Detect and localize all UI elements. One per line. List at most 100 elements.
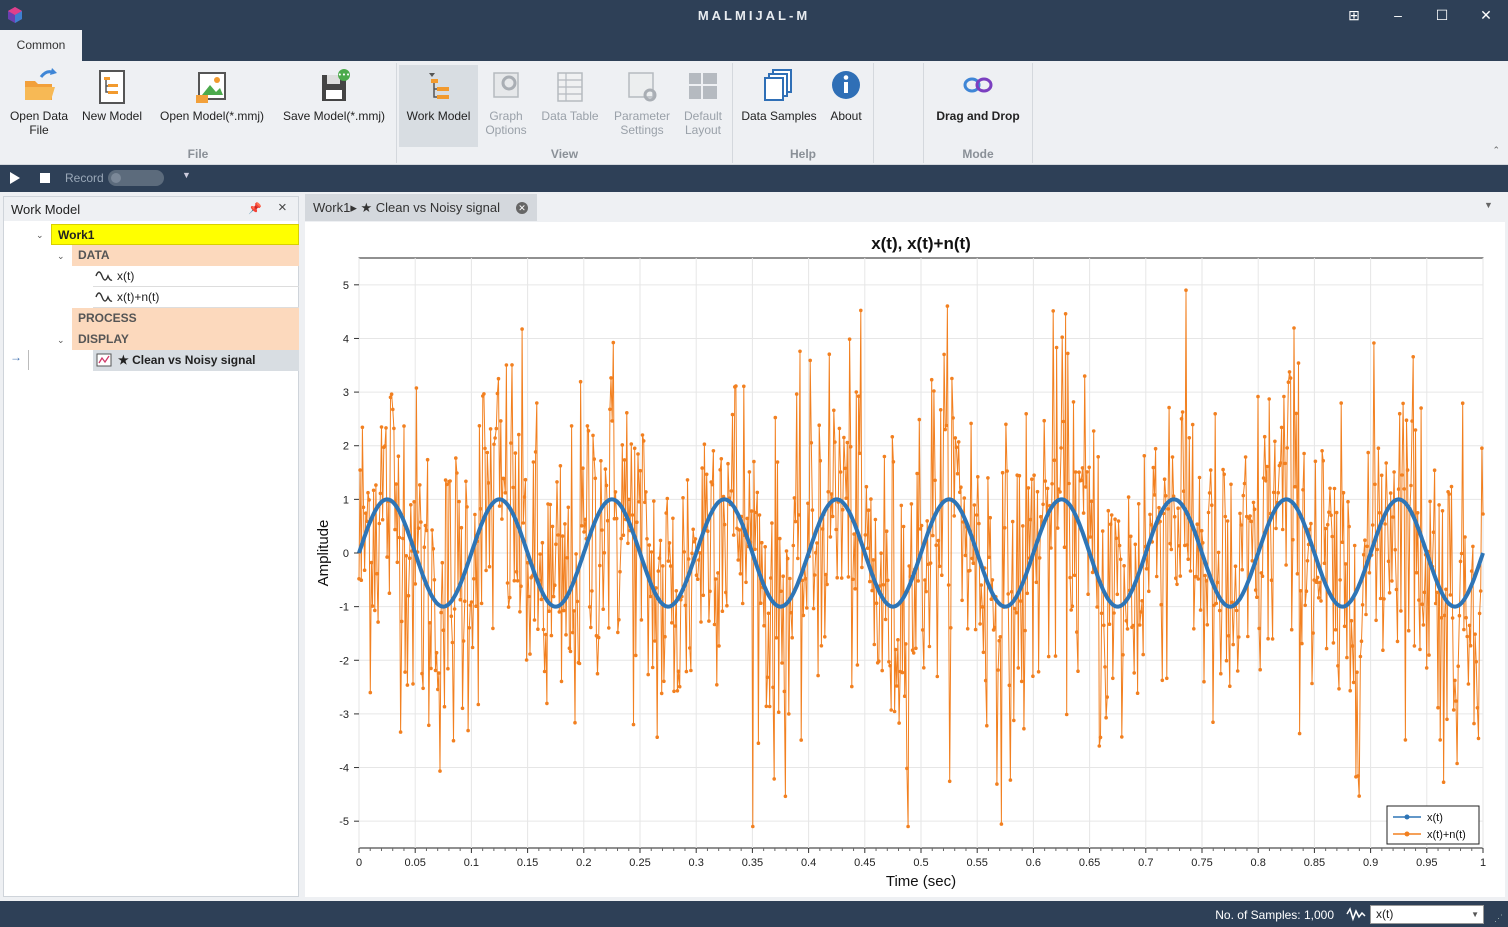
data-point-noisy <box>1133 542 1138 547</box>
data-point-noisy <box>1181 489 1186 494</box>
open-model-button[interactable]: Open Model(*.mmj) <box>152 65 272 147</box>
data-point-noisy <box>1460 401 1465 405</box>
data-point-noisy <box>1069 608 1073 612</box>
data-point-noisy <box>940 573 944 577</box>
chevron-down-icon[interactable]: ▼ <box>182 170 191 180</box>
data-point-noisy <box>577 661 582 666</box>
data-point-noisy <box>625 411 629 415</box>
pin-icon[interactable]: 📌 <box>248 202 262 215</box>
data-point-noisy <box>1480 446 1484 450</box>
data-point-noisy <box>1449 484 1454 489</box>
data-point-noisy <box>1138 623 1142 627</box>
data-point-noisy <box>945 304 950 308</box>
chevron-down-icon[interactable]: ⌄ <box>36 230 44 241</box>
data-point-noisy <box>1061 419 1066 424</box>
data-point-noisy <box>1140 599 1144 603</box>
data-point-noisy <box>682 550 686 554</box>
data-point-noisy <box>1367 571 1372 575</box>
series-select[interactable]: x(t) ▼ <box>1370 905 1484 924</box>
data-point-noisy <box>1356 774 1360 778</box>
stop-icon[interactable] <box>40 173 50 183</box>
data-point-noisy <box>1126 495 1131 499</box>
data-point-noisy <box>1328 486 1332 491</box>
signal-chart[interactable]: 0 0.05 0.1 0.15 0.2 0.25 0.3 0.35 0.4 0.45 0.5 0.55… <box>305 222 1505 897</box>
data-point-noisy <box>1258 667 1262 672</box>
data-point-noisy <box>551 594 556 599</box>
data-point-noisy <box>637 500 641 504</box>
data-point-noisy <box>449 614 454 618</box>
collapse-ribbon-icon[interactable]: ⌃ <box>1492 145 1500 156</box>
data-point-noisy <box>947 779 952 784</box>
data-point-noisy <box>1387 591 1392 595</box>
data-point-noisy <box>1215 580 1220 585</box>
chevron-down-icon[interactable]: ⌄ <box>57 251 65 262</box>
data-point-noisy <box>1006 592 1010 596</box>
chevron-down-icon[interactable]: ▼ <box>1484 200 1493 210</box>
data-point-noisy <box>972 503 977 507</box>
graph-options-button[interactable]: Graph Options <box>478 65 534 147</box>
data-point-noisy <box>866 508 871 512</box>
data-point-noisy <box>971 561 976 565</box>
default-layout-button[interactable]: Default Layout <box>678 65 728 147</box>
data-samples-button[interactable]: Data Samples <box>738 65 820 147</box>
data-point-noisy <box>1036 670 1041 674</box>
play-icon[interactable] <box>10 172 20 184</box>
close-button[interactable]: ✕ <box>1474 4 1498 26</box>
data-point-noisy <box>564 633 568 637</box>
data-point-noisy <box>556 533 560 537</box>
x-tick-label: 1 <box>1480 857 1486 869</box>
y-tick-label: -3 <box>339 709 349 721</box>
y-tick-label: 1 <box>343 494 349 506</box>
data-table-button[interactable]: Data Table <box>536 65 604 147</box>
open-data-file-button[interactable]: Open Data File <box>4 65 74 147</box>
data-point-noisy <box>874 601 879 605</box>
about-button[interactable]: About <box>822 65 870 147</box>
work-model-button[interactable]: Work Model <box>399 65 478 147</box>
data-point-noisy <box>468 603 473 607</box>
tree-item-x-t-noise[interactable]: x(t)+n(t) <box>93 287 299 308</box>
data-point-noisy <box>485 450 490 455</box>
data-point-noisy <box>798 349 802 354</box>
data-point-noisy <box>486 481 491 485</box>
data-point-noisy <box>1259 571 1264 575</box>
tab-common[interactable]: Common <box>0 30 82 61</box>
tab-clean-vs-noisy[interactable]: Work1▸ ★ Clean vs Noisy signal ✕ <box>305 194 537 221</box>
tree-item-display[interactable]: DISPLAY <box>72 329 299 350</box>
tree-item-x-t[interactable]: x(t) <box>93 266 299 287</box>
data-point-noisy <box>1043 479 1048 483</box>
data-point-noisy <box>555 480 559 484</box>
record-toggle[interactable] <box>108 170 164 186</box>
data-point-noisy <box>1068 575 1072 580</box>
restore-layout-icon[interactable]: ⊞ <box>1342 4 1366 26</box>
table-icon <box>557 72 583 102</box>
tree-item-process[interactable]: PROCESS <box>72 308 299 329</box>
close-panel-icon[interactable]: × <box>278 199 287 216</box>
data-point-noisy <box>976 475 980 479</box>
work-model-panel: Work Model 📌 × ⌄ Work1 ⌄ DATA x(t) x(t)+… <box>3 196 299 897</box>
chevron-down-icon[interactable]: ⌄ <box>57 335 65 346</box>
legend-marker <box>1404 814 1410 820</box>
close-tab-icon[interactable]: ✕ <box>516 202 528 214</box>
data-point-noisy <box>1062 545 1067 549</box>
data-point-noisy <box>639 618 644 622</box>
save-model-button[interactable]: ••• Save Model(*.mmj) <box>276 65 392 147</box>
new-model-button[interactable]: New Model <box>78 65 146 147</box>
data-point-noisy <box>920 628 925 632</box>
data-point-noisy <box>855 663 860 667</box>
data-point-noisy <box>988 515 992 520</box>
data-point-noisy <box>574 552 578 556</box>
data-point-noisy <box>868 579 872 584</box>
tree-item-work1[interactable]: Work1 <box>51 224 299 245</box>
data-point-noisy <box>586 429 591 433</box>
data-point-noisy <box>865 546 870 550</box>
data-point-noisy <box>998 635 1003 639</box>
parameter-settings-button[interactable]: Parameter Settings <box>608 65 676 147</box>
data-point-noisy <box>1163 494 1168 498</box>
tree-item-clean-vs-noisy[interactable]: ★ Clean vs Noisy signal <box>93 350 299 371</box>
resize-grip-icon[interactable]: ⋰ <box>1494 913 1503 924</box>
drag-and-drop-button[interactable]: Drag and Drop <box>928 65 1028 147</box>
data-point-noisy <box>1154 574 1159 579</box>
maximize-button[interactable]: ☐ <box>1430 4 1454 26</box>
tree-item-data[interactable]: DATA <box>72 245 299 266</box>
minimize-button[interactable]: – <box>1386 4 1410 26</box>
